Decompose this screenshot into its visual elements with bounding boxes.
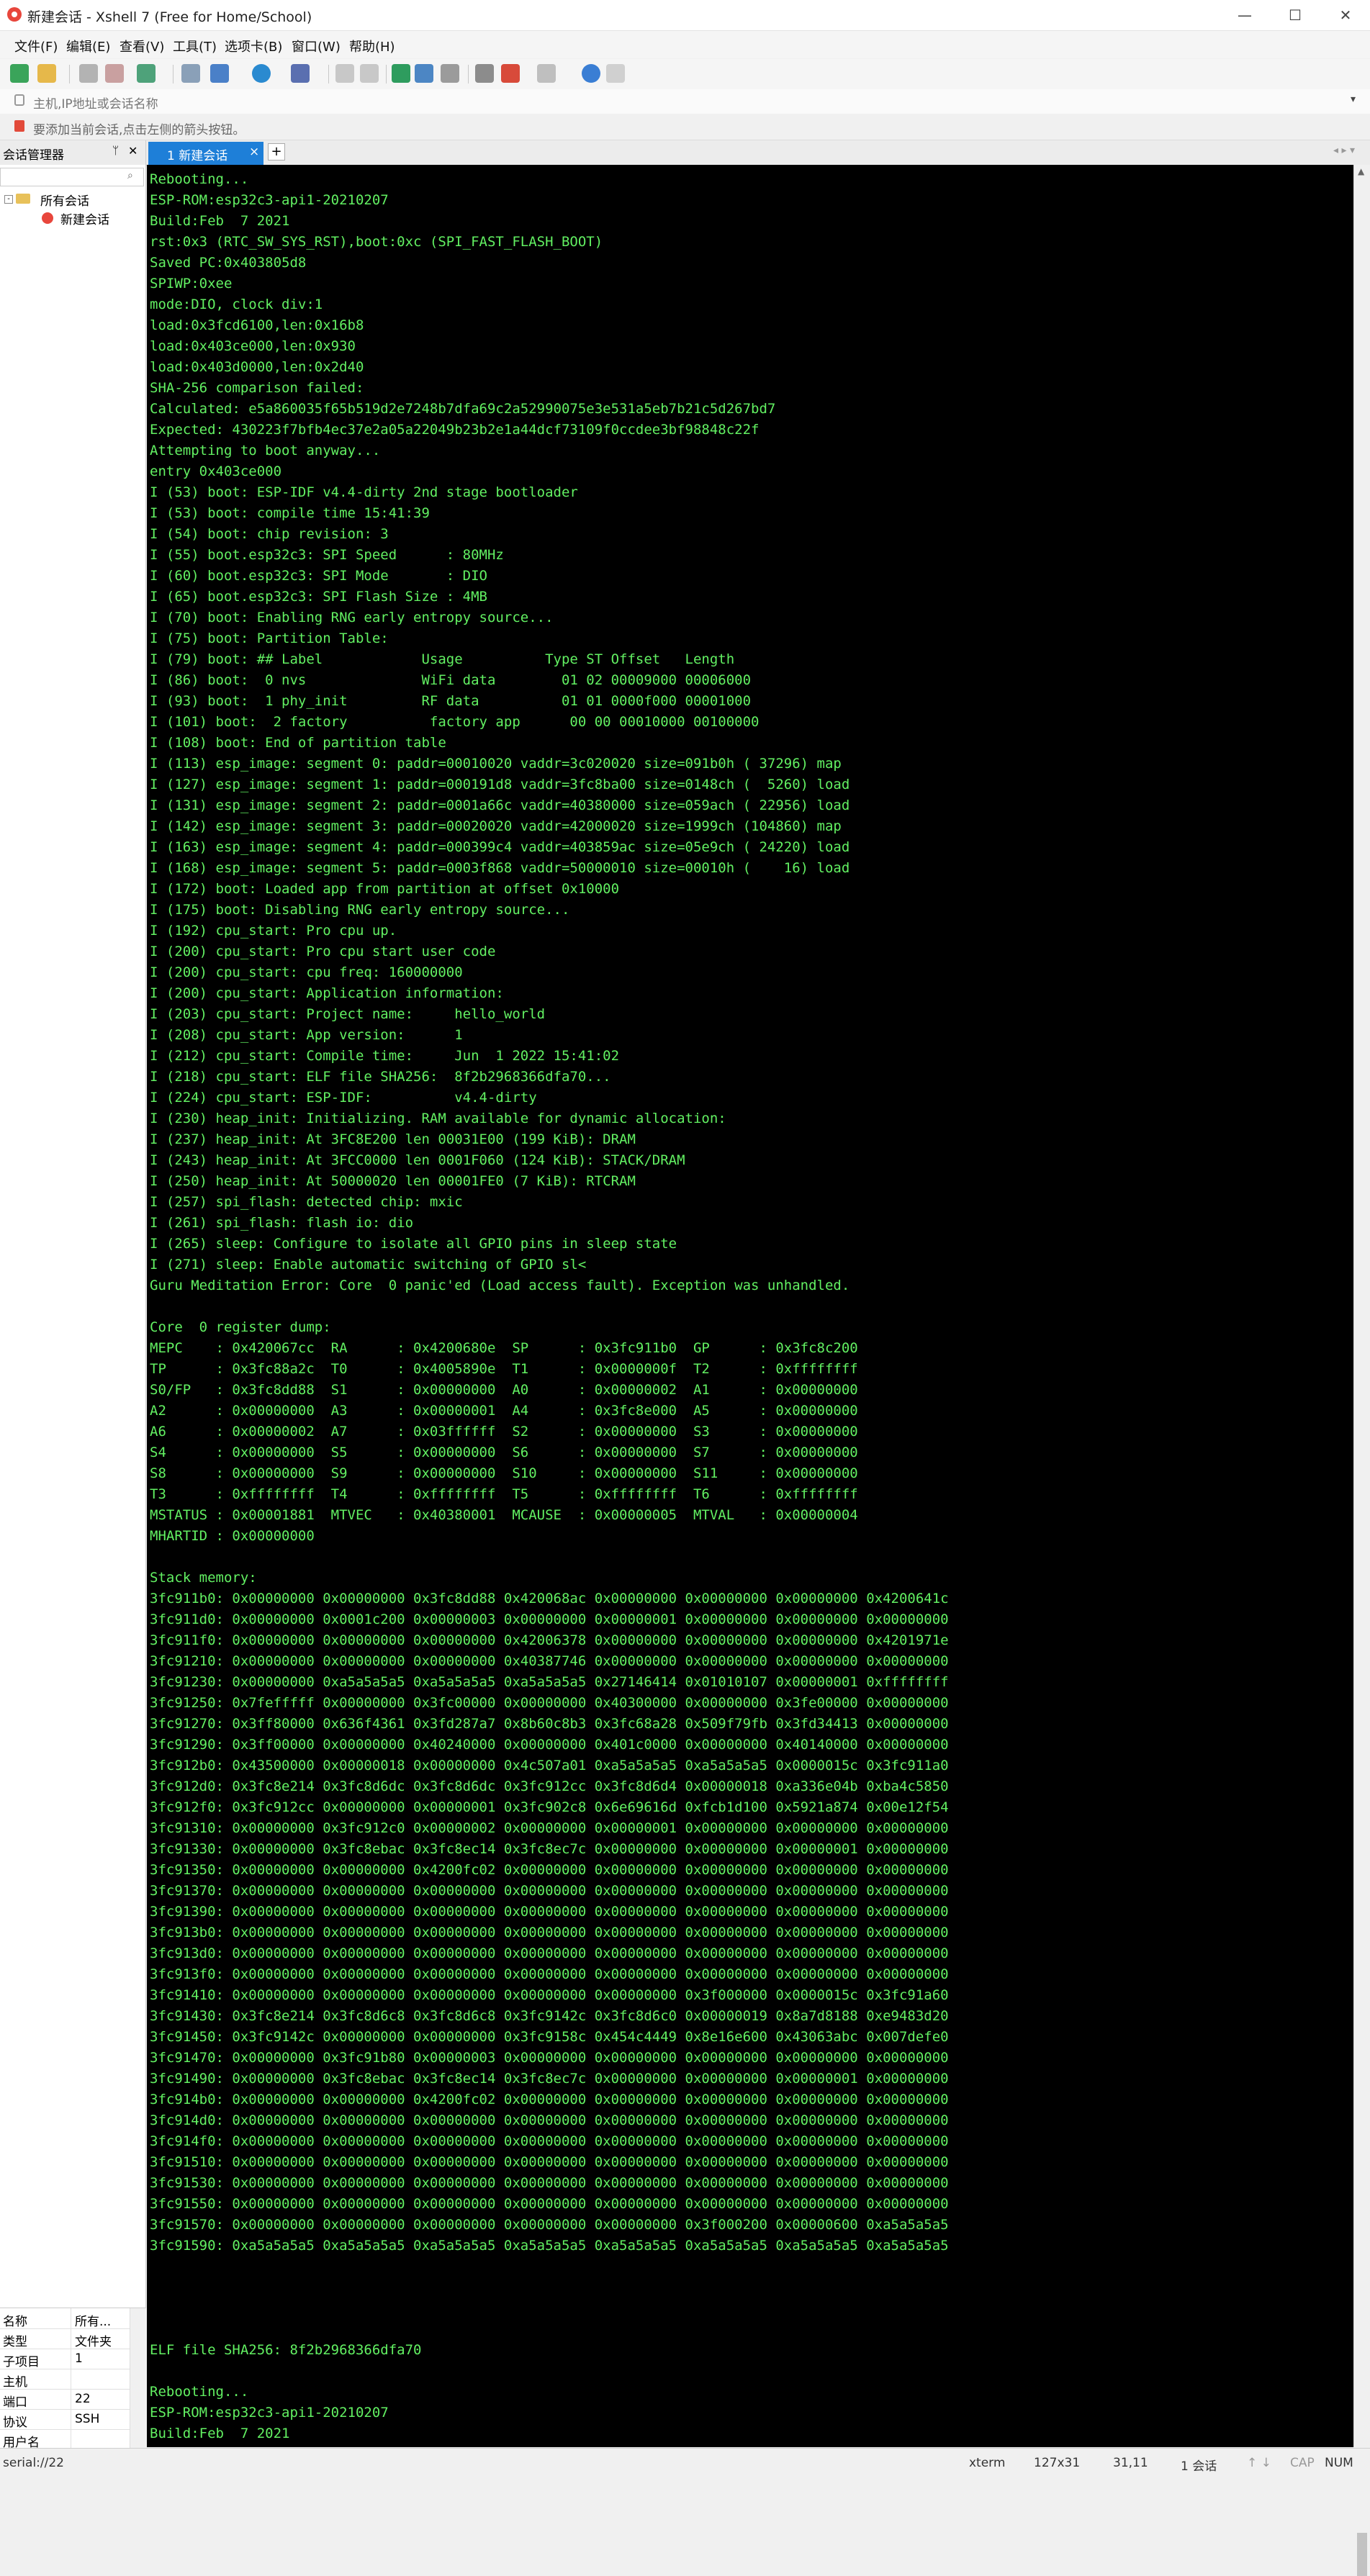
property-row: 协议 SSH — [0, 2409, 130, 2430]
xshell-logo-icon — [7, 7, 22, 22]
tab-session[interactable]: 1 新建会话 × — [148, 142, 263, 165]
menu-tabs[interactable]: 选项卡(B) — [225, 37, 282, 55]
link-icon[interactable] — [105, 64, 124, 83]
connection-status: serial://22 — [3, 2456, 64, 2470]
menu-window[interactable]: 窗口(W) — [292, 37, 341, 55]
tree-label: 新建会话 — [60, 213, 109, 227]
tree-collapse-icon[interactable]: - — [4, 195, 13, 204]
keyboard-icon[interactable] — [441, 64, 459, 83]
search-icon[interactable] — [181, 64, 200, 83]
new-tab-icon[interactable] — [137, 64, 156, 83]
close-window-button[interactable]: ✕ — [1320, 0, 1370, 30]
hint-text: 要添加当前会话,点击左侧的箭头按钮。 — [33, 123, 245, 137]
tab-row: 会话管理器 ᛘ ✕ 1 新建会话 × + ◂ ▸ ▾ — [0, 140, 1370, 166]
terminal-size: 127x31 — [1034, 2456, 1081, 2470]
lock-icon[interactable] — [415, 64, 433, 83]
caps-indicator: CAP — [1290, 2456, 1315, 2470]
pin-icon[interactable]: ᛘ — [112, 144, 119, 157]
address-bar: 主机,IP地址或会话名称 ▾ — [0, 89, 1370, 114]
toolbar-separator — [468, 65, 469, 83]
hint-bar: 要添加当前会话,点击左侧的箭头按钮。 — [0, 114, 1370, 140]
disconnect-icon[interactable] — [79, 64, 98, 83]
menu-help[interactable]: 帮助(H) — [349, 37, 395, 55]
new-session-icon[interactable] — [10, 64, 29, 83]
property-grid: 名称 所有... 类型 文件夹 子项目 1 主机 端口 22 协议 SSH 用户名 — [0, 2308, 146, 2450]
property-row: 主机 — [0, 2369, 130, 2390]
session-icon — [42, 212, 53, 224]
status-bar: serial://22 xterm 127x31 31,11 1 会话 ↑ ↓ … — [0, 2448, 1370, 2477]
tab-scroll-icon[interactable]: ◂ ▸ ▾ — [1333, 145, 1355, 156]
toolbar-separator — [328, 65, 329, 83]
title-bar: 新建会话 - Xshell 7 (Free for Home/School) —… — [0, 0, 1370, 31]
paste-icon[interactable] — [360, 64, 379, 83]
scroll-up-icon[interactable]: ▲ — [1358, 166, 1364, 176]
menu-file[interactable]: 文件(F) — [14, 37, 58, 55]
nav-arrows-icon[interactable]: ↑ ↓ — [1247, 2456, 1271, 2470]
host-icon — [14, 94, 24, 106]
tab-close-button[interactable]: × — [249, 145, 259, 159]
close-panel-button[interactable]: ✕ — [128, 144, 138, 158]
address-input[interactable]: 主机,IP地址或会话名称 — [33, 94, 158, 112]
menu-tools[interactable]: 工具(T) — [173, 37, 217, 55]
terminal-text: Rebooting... ESP-ROM:esp32c3-api1-202102… — [150, 171, 949, 2447]
fullscreen-icon[interactable] — [392, 64, 410, 83]
maximize-button[interactable]: ☐ — [1270, 0, 1320, 30]
menu-edit[interactable]: 编辑(E) — [66, 37, 110, 55]
session-search-input[interactable]: ⌕ — [0, 168, 144, 186]
search-icon[interactable]: ⌕ — [127, 170, 133, 181]
xftp-icon[interactable] — [501, 64, 520, 83]
cursor-position: 31,11 — [1113, 2456, 1148, 2470]
property-row: 名称 所有... — [0, 2308, 130, 2329]
copy-icon[interactable] — [335, 64, 354, 83]
toolbar-separator — [69, 65, 70, 83]
property-row: 子项目 1 — [0, 2349, 130, 2369]
tab-label: 1 新建会话 — [167, 149, 228, 163]
folder-icon — [16, 194, 30, 204]
window-title: 新建会话 - Xshell 7 (Free for Home/School) — [27, 9, 312, 25]
tree-label: 所有会话 — [40, 194, 89, 209]
property-row: 用户名 — [0, 2429, 130, 2450]
help-icon[interactable] — [582, 64, 600, 83]
toolbar-separator — [386, 65, 387, 83]
transfer-icon[interactable] — [475, 64, 494, 83]
chevron-down-icon[interactable]: ▾ — [1351, 94, 1356, 105]
session-manager-header: 会话管理器 ᛘ ✕ — [0, 140, 146, 165]
properties-icon[interactable] — [210, 64, 229, 83]
property-row: 端口 22 — [0, 2389, 130, 2410]
terminal-output[interactable]: Rebooting... ESP-ROM:esp32c3-api1-202102… — [147, 165, 1353, 2447]
bookmark-icon[interactable] — [14, 120, 24, 132]
minimize-button[interactable]: — — [1220, 0, 1270, 30]
toolbar — [0, 59, 1370, 90]
session-manager-title: 会话管理器 — [3, 148, 64, 163]
open-folder-icon[interactable] — [37, 64, 56, 83]
font-icon[interactable] — [291, 64, 310, 83]
menu-view[interactable]: 查看(V) — [120, 37, 164, 55]
session-manager-panel: ⌕ - 所有会话 新建会话 — [0, 165, 146, 2448]
property-row: 类型 文件夹 — [0, 2328, 130, 2349]
menu-bar: 文件(F) 编辑(E) 查看(V) 工具(T) 选项卡(B) 窗口(W) 帮助(… — [0, 31, 1370, 58]
add-tab-button[interactable]: + — [268, 143, 285, 161]
scroll-thumb[interactable] — [1357, 2533, 1367, 2576]
terminal-scrollbar[interactable]: ▲ — [1353, 165, 1370, 2576]
property-scrollbar[interactable] — [130, 2308, 146, 2449]
num-indicator: NUM — [1325, 2456, 1353, 2470]
session-count[interactable]: 1 会话 — [1181, 2456, 1217, 2474]
terminal-type: xterm — [969, 2456, 1006, 2470]
layout-icon[interactable] — [537, 64, 556, 83]
globe-icon[interactable] — [252, 64, 271, 83]
chat-icon[interactable] — [606, 64, 625, 83]
